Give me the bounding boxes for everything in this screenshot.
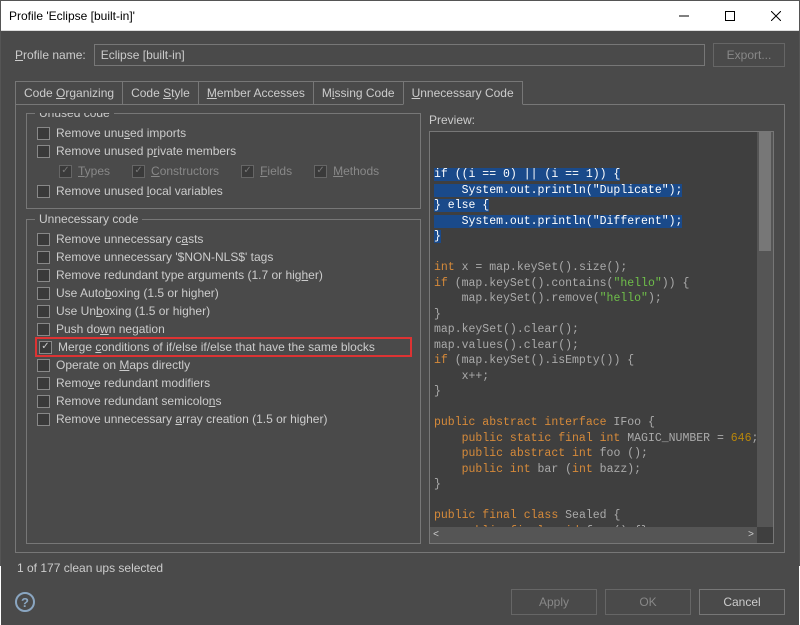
status-text: 1 of 177 clean ups selected [15,553,785,575]
checkbox-icon [132,165,145,178]
checkbox-icon [37,305,50,318]
checkbox-label: Remove unused private members [56,144,236,158]
checkbox-row[interactable]: Merge conditions of if/else if/else that… [35,337,412,357]
scroll-thumb[interactable] [759,132,771,251]
tab[interactable]: Code Organizing [15,81,123,104]
footer: ? Apply OK Cancel [15,575,785,615]
checkbox-icon [314,165,327,178]
checkbox-icon [37,359,50,372]
checkbox-row[interactable]: Remove redundant semicolons [37,392,410,410]
tab[interactable]: Unnecessary Code [403,81,523,105]
tabs: Code OrganizingCode StyleMember Accesses… [15,81,785,104]
checkbox-icon [37,127,50,140]
scroll-right-icon[interactable]: > [748,529,754,543]
help-icon[interactable]: ? [15,592,35,612]
left-column: Unused code Remove unused imports Remove … [26,113,421,544]
checkbox-icon [37,233,50,246]
group-unused-code: Unused code Remove unused imports Remove … [26,113,421,209]
checkbox-label: Remove unused imports [56,126,186,140]
titlebar: Profile 'Eclipse [built-in]' [1,1,799,31]
dialog-window: Profile 'Eclipse [built-in]' Profile nam… [0,0,800,566]
scrollbar-vertical[interactable] [757,132,773,527]
checkbox-label: Operate on Maps directly [56,358,190,372]
checkbox-label: Constructors [151,164,219,178]
export-button[interactable]: Export... [713,43,785,67]
close-button[interactable] [753,1,799,31]
checkbox-row[interactable]: Use Autoboxing (1.5 or higher) [37,284,410,302]
checkbox-label: Push down negation [56,322,165,336]
cancel-button[interactable]: Cancel [699,589,785,615]
checkbox-icon [37,269,50,282]
checkbox-icon [37,377,50,390]
tab[interactable]: Member Accesses [198,81,314,104]
checkbox-label: Use Autoboxing (1.5 or higher) [56,286,219,300]
preview-label: Preview: [429,113,774,127]
sub-checkbox: Constructors [132,162,219,180]
scroll-left-icon[interactable]: < [433,529,439,543]
checkbox-row[interactable]: Remove unnecessary casts [37,230,410,248]
checkbox-icon [37,251,50,264]
tab[interactable]: Code Style [122,81,199,104]
checkbox-label: Use Unboxing (1.5 or higher) [56,304,210,318]
minimize-button[interactable] [661,1,707,31]
group-title: Unused code [35,113,114,120]
window-title: Profile 'Eclipse [built-in]' [9,9,661,23]
maximize-button[interactable] [707,1,753,31]
profile-name-label: Profile name: [15,48,86,62]
checkbox-label: Remove redundant modifiers [56,376,210,390]
checkbox-row[interactable]: Use Unboxing (1.5 or higher) [37,302,410,320]
checkbox-label: Remove unused local variables [56,184,223,198]
profile-name-input[interactable] [94,44,705,66]
checkbox-icon [37,185,50,198]
checkbox-row[interactable]: Remove unnecessary array creation (1.5 o… [37,410,410,428]
checkbox-label: Remove unnecessary '$NON-NLS$' tags [56,250,273,264]
ok-button[interactable]: OK [605,589,691,615]
checkbox-icon [37,287,50,300]
tab[interactable]: Missing Code [313,81,404,104]
preview-code[interactable]: if ((i == 0) || (i == 1)) { System.out.p… [429,131,774,544]
checkbox-row[interactable]: Remove unnecessary '$NON-NLS$' tags [37,248,410,266]
checkbox-label: Types [78,164,110,178]
checkbox-icon [241,165,254,178]
checkbox-row[interactable]: Remove redundant modifiers [37,374,410,392]
checkbox-icon [37,323,50,336]
group-unnecessary-code: Unnecessary code Remove unnecessary cast… [26,219,421,544]
dialog-body: Profile name: Export... Code OrganizingC… [1,31,799,625]
sub-checkbox: Fields [241,162,292,180]
group-title: Unnecessary code [35,212,142,226]
profile-row: Profile name: Export... [15,43,785,67]
checkbox-label: Methods [333,164,379,178]
checkbox-row[interactable]: Remove unused local variables [37,182,410,200]
right-column: Preview: if ((i == 0) || (i == 1)) { Sys… [429,113,774,544]
tab-content: Unused code Remove unused imports Remove … [15,104,785,553]
checkbox-label: Remove redundant semicolons [56,394,221,408]
checkbox-row[interactable]: Remove redundant type arguments (1.7 or … [37,266,410,284]
sub-checkbox: Types [59,162,110,180]
checkbox-row[interactable]: Push down negation [37,320,410,338]
checkbox-row[interactable]: Operate on Maps directly [37,356,410,374]
scrollbar-horizontal[interactable]: <> [430,527,757,543]
checkbox-icon [37,395,50,408]
sub-checkbox: Methods [314,162,379,180]
checkbox-row[interactable]: Remove unused private members [37,142,410,160]
checkbox-icon [39,341,52,354]
checkbox-label: Fields [260,164,292,178]
checkbox-icon [59,165,72,178]
checkbox-row[interactable]: Remove unused imports [37,124,410,142]
checkbox-label: Remove unnecessary casts [56,232,203,246]
checkbox-icon [37,413,50,426]
apply-button[interactable]: Apply [511,589,597,615]
checkbox-label: Remove redundant type arguments (1.7 or … [56,268,323,282]
checkbox-icon [37,145,50,158]
checkbox-label: Remove unnecessary array creation (1.5 o… [56,412,327,426]
checkbox-label: Merge conditions of if/else if/else that… [58,340,375,354]
